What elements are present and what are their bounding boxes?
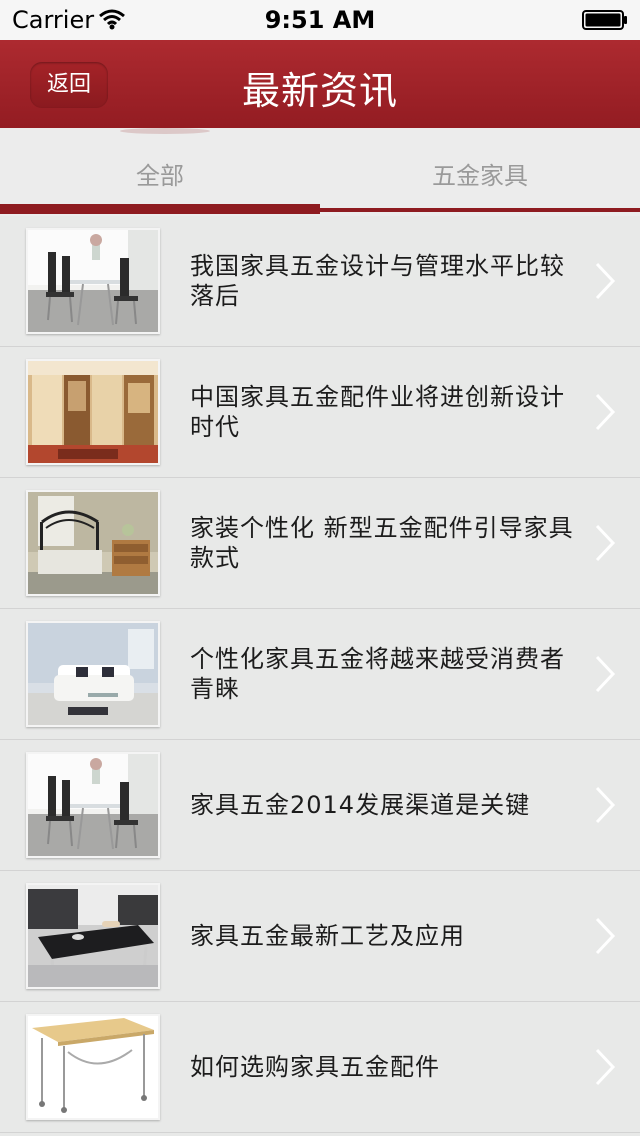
news-title: 家装个性化 新型五金配件引导家具款式 bbox=[190, 514, 574, 572]
news-thumbnail-wardrobe-room bbox=[26, 359, 160, 465]
chevron-right-icon bbox=[594, 654, 616, 698]
news-thumbnail-white-sofa bbox=[26, 621, 160, 727]
status-time: 9:51 AM bbox=[264, 6, 376, 34]
news-thumbnail-dining-chairs bbox=[26, 228, 160, 334]
active-tab-indicator bbox=[0, 204, 320, 214]
news-list-item[interactable]: 我国家具五金设计与管理水平比较落后 bbox=[0, 216, 640, 347]
segmented-tabs: 全部 五金家具 bbox=[0, 128, 640, 216]
news-title: 中国家具五金配件业将进创新设计时代 bbox=[190, 383, 565, 441]
chevron-right-icon bbox=[594, 1047, 616, 1091]
news-title: 家具五金最新工艺及应用 bbox=[190, 922, 465, 950]
news-thumbnail-glass-coffee-table bbox=[26, 883, 160, 989]
news-list-item[interactable]: 如何选购家具五金配件 bbox=[0, 1002, 640, 1133]
tab-baseline bbox=[320, 208, 640, 212]
chevron-right-icon bbox=[594, 392, 616, 436]
chevron-right-icon bbox=[594, 916, 616, 960]
news-thumbnail-iron-bed bbox=[26, 490, 160, 596]
tab-all[interactable]: 全部 bbox=[0, 128, 320, 208]
news-list-item[interactable]: 个性化家具五金将越来越受消费者青睐 bbox=[0, 609, 640, 740]
news-thumbnail-folding-table bbox=[26, 1014, 160, 1120]
news-list: 我国家具五金设计与管理水平比较落后 中国家具五金配件业将进创新设计时代 家装个性… bbox=[0, 216, 640, 1133]
status-bar: Carrier 9:51 AM bbox=[0, 0, 640, 40]
news-list-item[interactable]: 中国家具五金配件业将进创新设计时代 bbox=[0, 347, 640, 478]
news-title: 家具五金2014发展渠道是关键 bbox=[190, 791, 531, 819]
news-list-item[interactable]: 家装个性化 新型五金配件引导家具款式 bbox=[0, 478, 640, 609]
tab-furniture-hardware[interactable]: 五金家具 bbox=[320, 128, 640, 208]
news-list-item[interactable]: 家具五金最新工艺及应用 bbox=[0, 871, 640, 1002]
news-title: 个性化家具五金将越来越受消费者青睐 bbox=[190, 645, 565, 703]
navigation-bar: 返回 最新资讯 bbox=[0, 40, 640, 128]
battery-full-icon bbox=[582, 10, 628, 30]
page-title: 最新资讯 bbox=[241, 69, 398, 113]
chevron-right-icon bbox=[594, 523, 616, 567]
news-title: 如何选购家具五金配件 bbox=[190, 1053, 440, 1081]
chevron-right-icon bbox=[594, 785, 616, 829]
news-thumbnail-dining-chairs bbox=[26, 752, 160, 858]
news-list-item[interactable]: 家具五金2014发展渠道是关键 bbox=[0, 740, 640, 871]
chevron-right-icon bbox=[594, 261, 616, 305]
news-title: 我国家具五金设计与管理水平比较落后 bbox=[190, 252, 565, 310]
